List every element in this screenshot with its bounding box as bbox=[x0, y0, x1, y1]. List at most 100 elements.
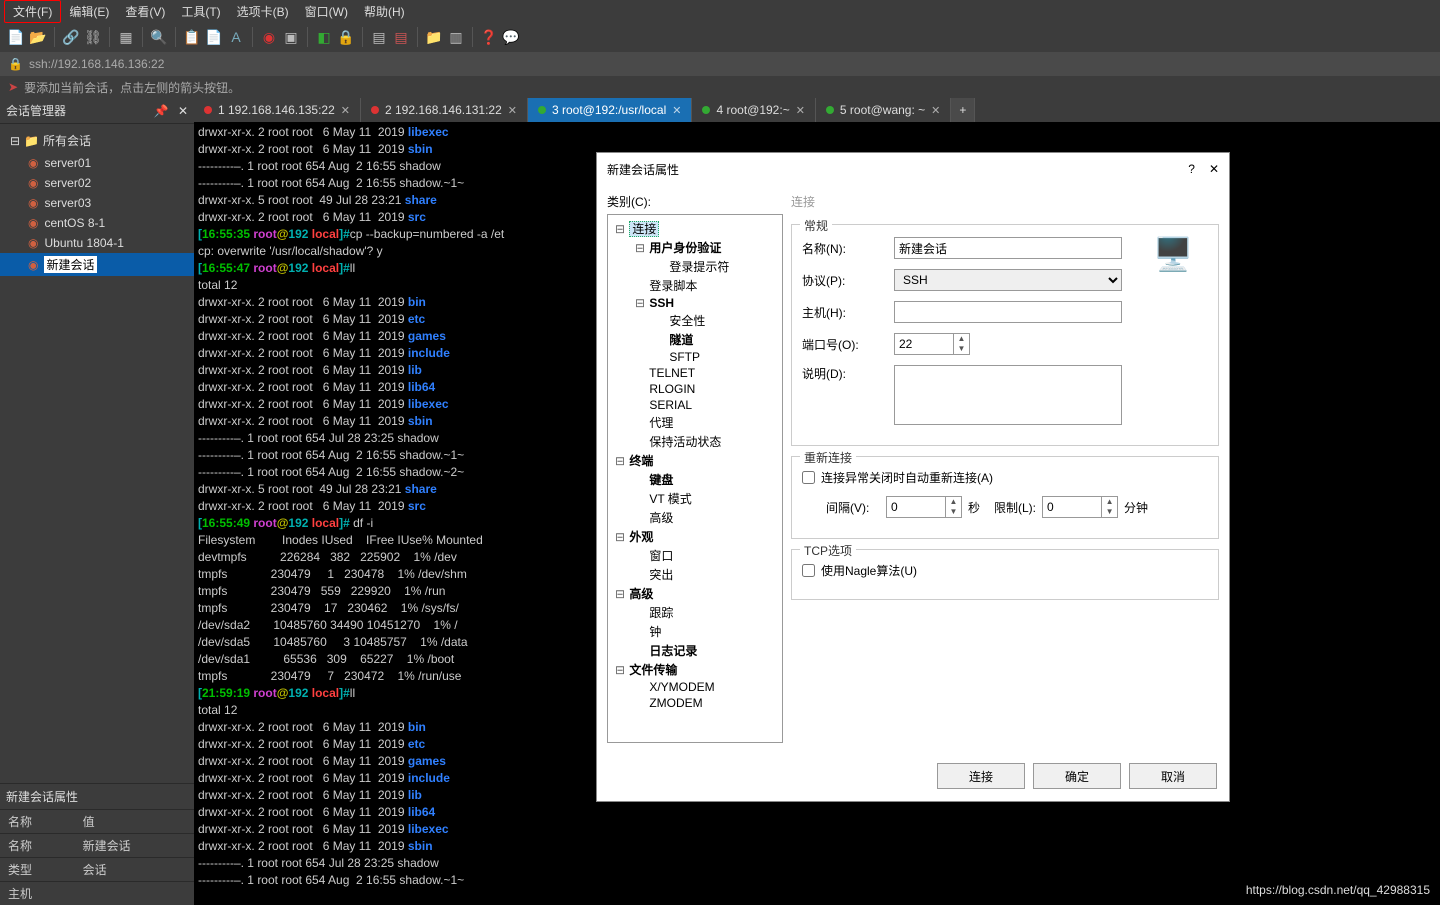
tree-node[interactable]: 键盘 bbox=[610, 470, 780, 489]
tree-node[interactable]: VT 模式 bbox=[610, 489, 780, 508]
tree-node[interactable]: ⊟ 用户身份验证 bbox=[610, 238, 780, 257]
tree-node[interactable]: 保持活动状态 bbox=[610, 432, 780, 451]
tree-root[interactable]: ⊟ 📁 所有会话 bbox=[0, 128, 194, 153]
session-item[interactable]: ◉server03 bbox=[0, 193, 194, 213]
chat-icon[interactable]: 💬 bbox=[501, 27, 521, 47]
open-icon[interactable]: 📂 bbox=[28, 27, 48, 47]
connect-button[interactable]: 连接 bbox=[937, 763, 1025, 789]
protocol-select[interactable]: SSH bbox=[894, 269, 1122, 291]
tree-node[interactable]: 隧道 bbox=[610, 330, 780, 349]
cube-icon[interactable]: ▣ bbox=[281, 27, 301, 47]
tree-node[interactable]: 高级 bbox=[610, 508, 780, 527]
tree-node[interactable]: ⊟ 文件传输 bbox=[610, 660, 780, 679]
menu-edit[interactable]: 编辑(E) bbox=[61, 1, 117, 22]
tab[interactable]: 3 root@192:/usr/local✕ bbox=[528, 98, 692, 122]
tree-node[interactable]: ⊟ 高级 bbox=[610, 584, 780, 603]
tree-node[interactable]: ZMODEM bbox=[610, 695, 780, 711]
folder3-icon[interactable]: 📁 bbox=[424, 27, 444, 47]
new-icon[interactable]: 📄 bbox=[6, 27, 26, 47]
menu-view[interactable]: 查看(V) bbox=[117, 1, 173, 22]
session-item[interactable]: ◉centOS 8-1 bbox=[0, 213, 194, 233]
pin-icon[interactable]: 📌 bbox=[154, 104, 169, 118]
host-input[interactable] bbox=[894, 301, 1122, 323]
close-icon[interactable]: ✕ bbox=[508, 104, 517, 117]
close-icon[interactable]: ✕ bbox=[672, 104, 681, 117]
tree-node[interactable]: SERIAL bbox=[610, 397, 780, 413]
tree-node[interactable]: TELNET bbox=[610, 365, 780, 381]
lock-icon[interactable]: 🔒 bbox=[336, 27, 356, 47]
tree-node[interactable]: 登录脚本 bbox=[610, 276, 780, 295]
add-tab[interactable]: + bbox=[951, 98, 975, 122]
cancel-button[interactable]: 取消 bbox=[1129, 763, 1217, 789]
tab[interactable]: 2 192.168.146.131:22✕ bbox=[361, 98, 528, 122]
session-icon: ◉ bbox=[28, 156, 38, 170]
close-icon[interactable]: ✕ bbox=[796, 104, 805, 117]
address-text[interactable]: ssh://192.168.146.136:22 bbox=[29, 57, 164, 71]
paste-icon[interactable]: 📄 bbox=[204, 27, 224, 47]
close-icon[interactable]: ✕ bbox=[1209, 162, 1219, 176]
folder2-icon[interactable]: ▤ bbox=[391, 27, 411, 47]
ok-button[interactable]: 确定 bbox=[1033, 763, 1121, 789]
menu-help[interactable]: 帮助(H) bbox=[356, 1, 413, 22]
minus-icon: ⊟ bbox=[10, 134, 20, 148]
tree-node[interactable]: 登录提示符 bbox=[610, 257, 780, 276]
session-item[interactable]: ◉Ubuntu 1804-1 bbox=[0, 233, 194, 253]
infobar-text: 要添加当前会话，点击左侧的箭头按钮。 bbox=[24, 79, 240, 96]
status-dot bbox=[204, 106, 212, 114]
tab-label: 4 root@192:~ bbox=[716, 103, 789, 117]
tree-node[interactable]: 安全性 bbox=[610, 311, 780, 330]
desc-textarea[interactable] bbox=[894, 365, 1122, 425]
interval-input[interactable] bbox=[886, 496, 946, 518]
tree-node[interactable]: X/YMODEM bbox=[610, 679, 780, 695]
nagle-checkbox[interactable]: 使用Nagle算法(U) bbox=[802, 562, 1208, 579]
close-icon[interactable]: ✕ bbox=[178, 104, 188, 118]
prop-val: 会话 bbox=[75, 858, 194, 882]
search-icon[interactable]: 🔍 bbox=[149, 27, 169, 47]
menu-tools[interactable]: 工具(T) bbox=[173, 1, 228, 22]
port-spinner[interactable]: ▲▼ bbox=[954, 333, 970, 355]
tree-node[interactable]: 窗口 bbox=[610, 546, 780, 565]
tree-node[interactable]: 突出 bbox=[610, 565, 780, 584]
reconnect-checkbox[interactable]: 连接异常关闭时自动重新连接(A) bbox=[802, 469, 1208, 486]
close-icon[interactable]: ✕ bbox=[341, 104, 350, 117]
tab[interactable]: 5 root@wang: ~✕ bbox=[816, 98, 951, 122]
tab[interactable]: 1 192.168.146.135:22✕ bbox=[194, 98, 361, 122]
help-icon[interactable]: ❓ bbox=[479, 27, 499, 47]
tree-node[interactable]: 钟 bbox=[610, 622, 780, 641]
tree-node[interactable]: SFTP bbox=[610, 349, 780, 365]
unlink-icon[interactable]: ⛓ bbox=[83, 27, 103, 47]
tree-node[interactable]: 日志记录 bbox=[610, 641, 780, 660]
desc-label: 说明(D): bbox=[802, 365, 894, 382]
close-icon[interactable]: ✕ bbox=[931, 104, 940, 117]
tree-node[interactable]: ⊟ 终端 bbox=[610, 451, 780, 470]
copy-icon[interactable]: ▦ bbox=[116, 27, 136, 47]
interval-label: 间隔(V): bbox=[826, 499, 886, 516]
menu-options[interactable]: 选项卡(B) bbox=[229, 1, 297, 22]
session-label: server03 bbox=[44, 196, 91, 210]
category-tree[interactable]: ⊟ 连接⊟ 用户身份验证 登录提示符 登录脚本⊟ SSH 安全性 隧道 SFTP… bbox=[607, 214, 783, 743]
font-icon[interactable]: A bbox=[226, 27, 246, 47]
tree-node[interactable]: RLOGIN bbox=[610, 381, 780, 397]
limit-input[interactable] bbox=[1042, 496, 1102, 518]
tree-node[interactable]: ⊟ SSH bbox=[610, 295, 780, 311]
menu-window[interactable]: 窗口(W) bbox=[297, 1, 356, 22]
link-icon[interactable]: 🔗 bbox=[61, 27, 81, 47]
tree-node[interactable]: ⊟ 外观 bbox=[610, 527, 780, 546]
name-input[interactable] bbox=[894, 237, 1122, 259]
green1-icon[interactable]: ◧ bbox=[314, 27, 334, 47]
tree-node[interactable]: 代理 bbox=[610, 413, 780, 432]
session-item[interactable]: ◉server01 bbox=[0, 153, 194, 173]
folder-icon: 📁 bbox=[24, 134, 39, 148]
help-icon[interactable]: ? bbox=[1188, 162, 1195, 176]
tree-node[interactable]: 跟踪 bbox=[610, 603, 780, 622]
clipboard-icon[interactable]: 📋 bbox=[182, 27, 202, 47]
layout-icon[interactable]: ▥ bbox=[446, 27, 466, 47]
tree-node[interactable]: ⊟ 连接 bbox=[610, 219, 780, 238]
menu-file[interactable]: 文件(F) bbox=[4, 0, 61, 23]
swirl-icon[interactable]: ◉ bbox=[259, 27, 279, 47]
folder1-icon[interactable]: ▤ bbox=[369, 27, 389, 47]
session-item[interactable]: ◉server02 bbox=[0, 173, 194, 193]
tab[interactable]: 4 root@192:~ ✕ bbox=[692, 98, 815, 122]
session-item[interactable]: ◉新建会话 bbox=[0, 253, 194, 276]
port-input[interactable] bbox=[894, 333, 954, 355]
